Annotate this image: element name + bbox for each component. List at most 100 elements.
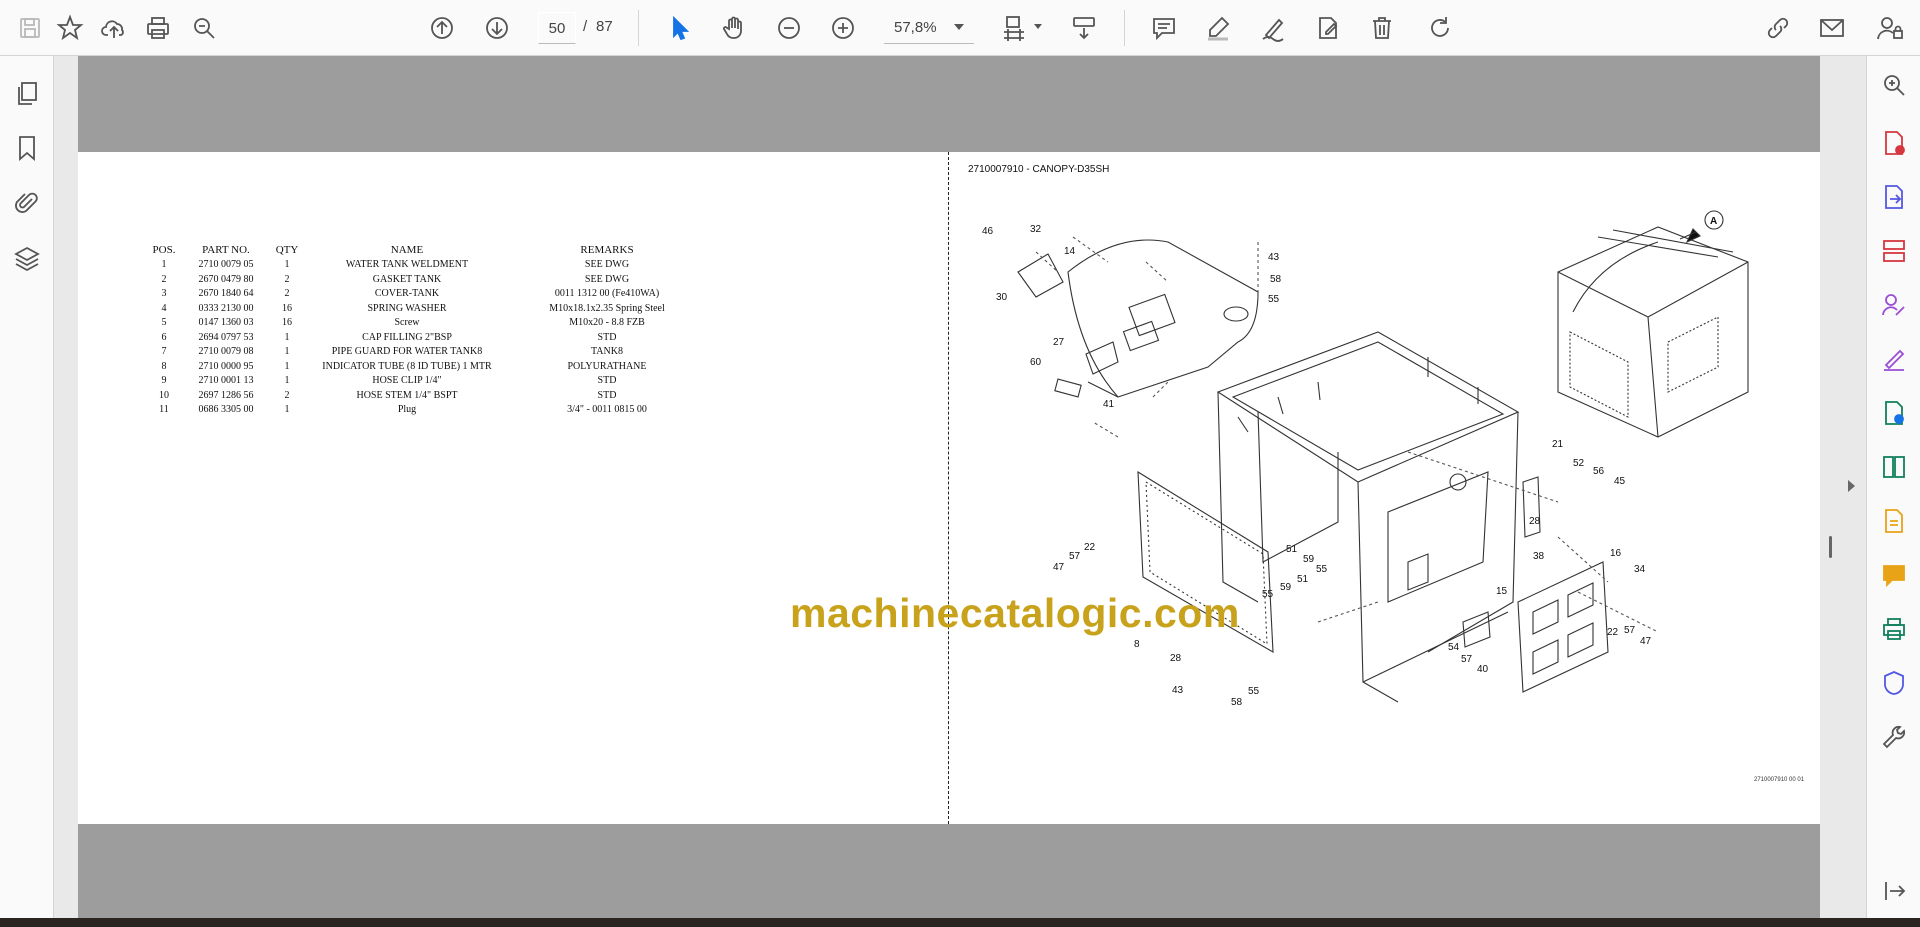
cell-remarks: STD xyxy=(597,331,617,343)
upload-cloud-icon[interactable] xyxy=(96,10,132,46)
cell-pos: 2 xyxy=(161,273,167,285)
cell-pos: 3 xyxy=(161,288,167,299)
cell-qty: 1 xyxy=(284,259,290,270)
callout-label: 22 xyxy=(1084,542,1096,553)
column-header-pos: POS. xyxy=(152,244,176,256)
chevron-down-icon[interactable] xyxy=(954,24,964,30)
page-spread-divider xyxy=(948,152,949,824)
page-thumbnails-icon[interactable] xyxy=(10,76,44,110)
fill-sign-icon[interactable] xyxy=(1879,344,1909,374)
callout-label: 56 xyxy=(1593,466,1605,477)
document-viewport[interactable]: POS. PART NO. QTY NAME REMARKS 1 2710 007… xyxy=(54,56,1866,918)
callout-label: 46 xyxy=(982,226,994,237)
export-pdf-icon[interactable] xyxy=(1879,182,1909,212)
cell-remarks: 0011 1312 00 (Fe410WA) xyxy=(554,288,660,299)
column-header-remarks: REMARKS xyxy=(580,244,634,256)
cell-pos: 6 xyxy=(161,331,167,343)
zoom-in-icon[interactable] xyxy=(825,10,861,46)
cell-remarks: SEE DWG xyxy=(584,259,630,270)
bookmark-icon[interactable] xyxy=(10,131,44,165)
draw-pen-icon[interactable] xyxy=(1255,10,1291,46)
parts-list-table: POS. PART NO. QTY NAME REMARKS 1 2710 007… xyxy=(138,244,712,418)
next-page-icon[interactable] xyxy=(479,10,515,46)
comment-tool-icon[interactable] xyxy=(1879,560,1909,590)
create-pdf-icon[interactable] xyxy=(1879,128,1909,158)
cell-part: 2710 0079 08 xyxy=(198,346,254,357)
toolbar-divider xyxy=(1124,10,1125,46)
request-signature-icon[interactable] xyxy=(1879,290,1909,320)
send-file-icon[interactable] xyxy=(1879,398,1909,428)
email-icon[interactable] xyxy=(1814,10,1850,46)
cell-part: 0147 1360 03 xyxy=(198,317,254,328)
edit-document-icon[interactable] xyxy=(1310,10,1346,46)
previous-page-icon[interactable] xyxy=(424,10,460,46)
more-tools-wrench-icon[interactable] xyxy=(1879,722,1909,752)
scrollbar-thumb[interactable] xyxy=(1829,536,1832,558)
print-icon[interactable] xyxy=(140,10,176,46)
cell-remarks: TANK8 xyxy=(591,346,623,357)
layers-icon[interactable] xyxy=(10,241,44,275)
cell-remarks: STD xyxy=(597,375,617,386)
cell-qty: 2 xyxy=(284,389,290,401)
attachment-paperclip-icon[interactable] xyxy=(10,186,44,220)
expand-panel-icon[interactable] xyxy=(1879,876,1909,906)
cell-pos: 9 xyxy=(161,375,167,386)
callout-label: 38 xyxy=(1533,551,1545,562)
zoom-search-icon[interactable] xyxy=(1879,70,1909,100)
page-number-input[interactable]: 50 xyxy=(538,12,576,44)
protect-shield-icon[interactable] xyxy=(1879,668,1909,698)
page-separator: / xyxy=(583,18,588,35)
cell-pos: 8 xyxy=(161,360,167,372)
search-zoom-icon[interactable] xyxy=(186,10,222,46)
right-panel-collapse-icon[interactable] xyxy=(1848,480,1855,492)
left-navigation-rail xyxy=(0,56,54,918)
pdf-viewer-window: 50 / 87 57,8% POS. PART NO. QTY NAME REM… xyxy=(0,0,1920,927)
comment-icon[interactable] xyxy=(1146,10,1182,46)
cell-remarks: M10x18.1x2.35 Spring Steel xyxy=(549,302,665,314)
table-row: 7 2710 0079 08 1 PIPE GUARD FOR WATER TANK8… xyxy=(138,345,712,360)
cell-name: Plug xyxy=(397,404,417,415)
organize-pages-icon[interactable] xyxy=(1879,236,1909,266)
table-row: 6 2694 0797 53 1 CAP FILLING 2"BSP STD xyxy=(138,331,712,346)
callout-label: 28 xyxy=(1170,653,1182,664)
cell-name: COVER-TANK xyxy=(374,288,440,299)
chevron-down-icon[interactable] xyxy=(1034,24,1042,29)
cell-name: SPRING WASHER xyxy=(367,302,447,314)
cell-name: CAP FILLING 2"BSP xyxy=(362,331,452,343)
callout-label: 16 xyxy=(1610,548,1622,559)
delete-trash-icon[interactable] xyxy=(1364,10,1400,46)
share-link-icon[interactable] xyxy=(1760,10,1796,46)
cell-part: 2710 0000 95 xyxy=(198,360,254,372)
cell-qty: 1 xyxy=(284,346,290,357)
cell-remarks: 3/4" - 0011 0815 00 xyxy=(567,404,647,415)
table-header-row: POS. PART NO. QTY NAME REMARKS xyxy=(138,244,712,258)
table-row: 4 0333 2130 00 16 SPRING WASHER M10x18.1x2.3… xyxy=(138,302,712,317)
highlight-pen-icon[interactable] xyxy=(1200,10,1236,46)
page-fit-icon[interactable] xyxy=(996,10,1032,46)
cell-name: GASKET TANK xyxy=(372,273,442,285)
print-production-icon[interactable] xyxy=(1879,614,1909,644)
redo-rotate-icon[interactable] xyxy=(1422,10,1458,46)
compare-files-icon[interactable] xyxy=(1879,452,1909,482)
save-icon[interactable] xyxy=(12,10,48,46)
callout-label: 43 xyxy=(1172,685,1184,696)
select-cursor-icon[interactable] xyxy=(662,10,698,46)
cell-pos: 4 xyxy=(161,302,167,314)
cell-name: WATER TANK WELDMENT xyxy=(345,259,469,270)
hand-tool-icon[interactable] xyxy=(716,10,752,46)
star-icon[interactable] xyxy=(52,10,88,46)
scroll-mode-icon[interactable] xyxy=(1066,10,1102,46)
callout-label: 60 xyxy=(1030,357,1042,368)
callout-label: 40 xyxy=(1477,664,1489,675)
callout-label: 58 xyxy=(1270,274,1282,285)
cell-part: 2710 0079 05 xyxy=(198,259,254,270)
cell-part: 2670 1840 64 xyxy=(198,288,254,299)
account-lock-icon[interactable] xyxy=(1872,10,1908,46)
edit-pdf-icon[interactable] xyxy=(1879,506,1909,536)
callout-label: 57 xyxy=(1624,625,1636,636)
document-page-spread: POS. PART NO. QTY NAME REMARKS 1 2710 007… xyxy=(78,152,1820,824)
cell-name: INDICATOR TUBE (8 ID TUBE) 1 MTR xyxy=(322,360,492,372)
callout-label: 30 xyxy=(996,292,1008,303)
zoom-out-icon[interactable] xyxy=(771,10,807,46)
table-row: 2 2670 0479 80 2 GASKET TANK SEE DWG xyxy=(138,273,712,288)
